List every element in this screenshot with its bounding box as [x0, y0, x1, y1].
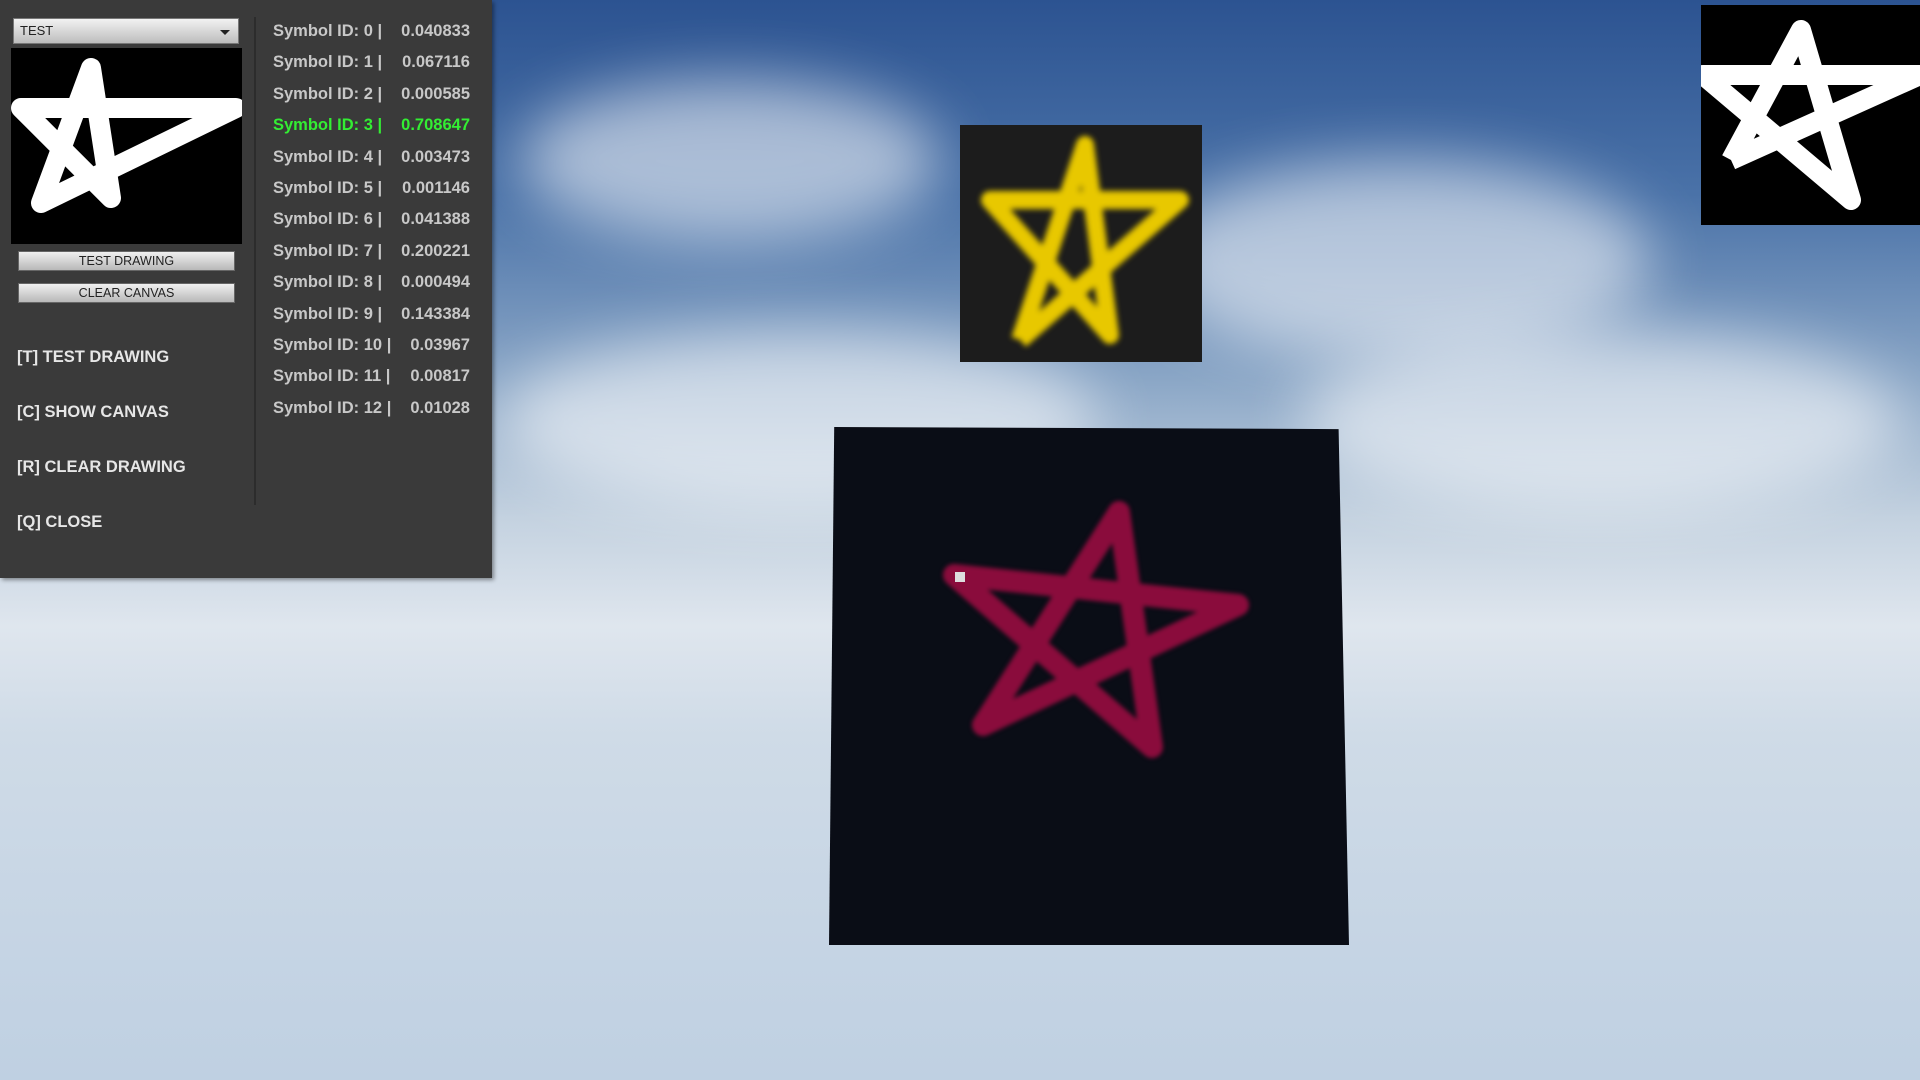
- symbol-row: Symbol ID: 2 | 0.000585: [273, 85, 470, 104]
- symbol-row: Symbol ID: 7 | 0.200221: [273, 242, 470, 261]
- symbol-score: 0.001146: [402, 179, 470, 197]
- drawing-preview: [11, 48, 246, 244]
- symbol-label: Symbol ID: 4 |: [273, 147, 383, 166]
- key-hint-show-canvas: [C] SHOW CANVAS: [17, 403, 169, 421]
- recognition-panel: TEST TEST DRAWING CLEAR CANVAS [T] TEST …: [0, 0, 492, 578]
- symbol-label: Symbol ID: 7 |: [273, 241, 383, 260]
- symbol-score: 0.000494: [401, 273, 470, 292]
- symbol-label: Symbol ID: 1 |: [273, 53, 383, 72]
- symbol-label: Symbol ID: 3 |: [273, 116, 383, 135]
- symbol-row: Symbol ID: 0 | 0.040833: [273, 22, 470, 41]
- symbol-score: 0.000585: [401, 84, 470, 103]
- symbol-label: Symbol ID: 6 |: [273, 210, 383, 229]
- symbol-row: Symbol ID: 9 | 0.143384: [273, 305, 470, 324]
- symbol-score: 0.003473: [401, 147, 470, 166]
- symbol-score: 0.041388: [401, 210, 470, 229]
- key-hint-test: [T] TEST DRAWING: [17, 348, 170, 366]
- processed-image: [1693, 5, 1920, 225]
- symbol-row: Symbol ID: 3 | 0.708647: [273, 116, 470, 135]
- symbol-row: Symbol ID: 11 | 0.00817: [273, 367, 470, 386]
- symbol-score: 0.200221: [401, 241, 470, 260]
- symbol-score: 0.00817: [410, 367, 470, 386]
- dropdown-value: TEST: [20, 23, 54, 38]
- chevron-down-icon: [220, 30, 230, 35]
- symbol-row: Symbol ID: 12 | 0.01028: [273, 399, 470, 418]
- drawing-canvas[interactable]: [829, 427, 1349, 945]
- symbol-row: Symbol ID: 5 | 0.001146: [273, 179, 470, 198]
- test-drawing-button[interactable]: TEST DRAWING: [18, 251, 235, 271]
- symbol-label: Symbol ID: 12 |: [273, 398, 392, 417]
- key-hint-close: [Q] CLOSE: [17, 513, 103, 531]
- symbol-label: Symbol ID: 11 |: [273, 367, 391, 386]
- symbol-label: Symbol ID: 10 |: [273, 336, 392, 354]
- symbol-row: Symbol ID: 8 | 0.000494: [273, 273, 470, 292]
- symbol-score: 0.03967: [410, 336, 470, 354]
- cursor-marker: [955, 572, 965, 582]
- symbol-row: Symbol ID: 1 | 0.067116: [273, 53, 470, 72]
- symbol-score: 0.067116: [402, 53, 470, 72]
- clear-canvas-button[interactable]: CLEAR CANVAS: [18, 283, 235, 303]
- symbol-row: Symbol ID: 6 | 0.041388: [273, 210, 470, 229]
- yellow-star-target: [960, 125, 1202, 362]
- mode-dropdown[interactable]: TEST: [13, 18, 239, 44]
- symbol-row: Symbol ID: 4 | 0.003473: [273, 148, 470, 167]
- symbol-score: 0.01028: [410, 398, 470, 417]
- key-hint-clear: [R] CLEAR DRAWING: [17, 458, 186, 476]
- divider: [254, 17, 256, 505]
- symbol-label: Symbol ID: 9 |: [273, 304, 383, 323]
- symbol-label: Symbol ID: 0 |: [273, 22, 383, 40]
- symbol-score: 0.143384: [401, 304, 470, 323]
- symbol-label: Symbol ID: 8 |: [273, 273, 383, 292]
- symbol-label: Symbol ID: 5 |: [273, 179, 383, 197]
- symbol-row: Symbol ID: 10 | 0.03967: [273, 336, 470, 355]
- symbol-score: 0.708647: [401, 116, 470, 135]
- symbol-label: Symbol ID: 2 |: [273, 84, 383, 103]
- symbol-score: 0.040833: [401, 22, 470, 40]
